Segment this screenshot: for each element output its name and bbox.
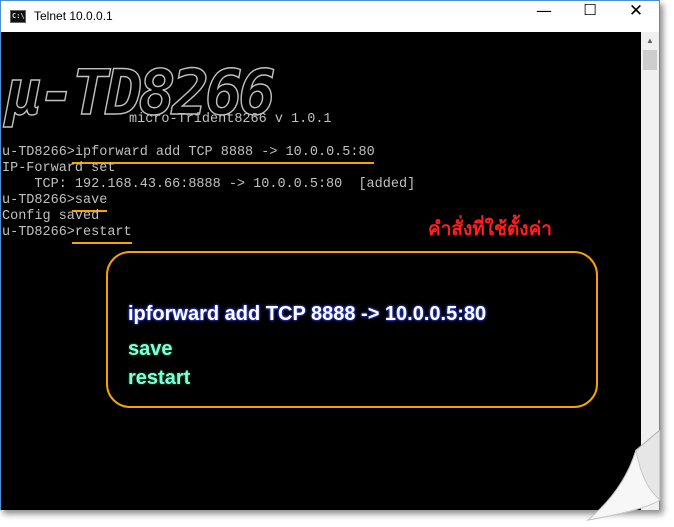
command-text: save <box>74 193 108 208</box>
command-text: ipforward add TCP 8888 -> 10.0.0.5:80 <box>74 145 375 160</box>
console-line-2: IP-Forward set <box>2 161 116 176</box>
command-underline <box>72 162 374 164</box>
close-button[interactable]: ✕ <box>613 1 659 32</box>
console-line-3: TCP: 192.168.43.66:8888 -> 10.0.0.5:80 [… <box>2 177 416 192</box>
minimize-button[interactable]: — <box>521 1 567 32</box>
console-app-icon[interactable]: C:\ <box>10 10 26 23</box>
window-title: Telnet 10.0.0.1 <box>34 9 113 23</box>
command-underline <box>72 242 132 244</box>
title-bar[interactable]: C:\ Telnet 10.0.0.1 — ☐ ✕ <box>1 1 659 32</box>
page-curl-decoration <box>586 430 661 521</box>
console-line-4: u-TD8266>save <box>2 193 107 209</box>
scroll-up-icon[interactable]: ▲ <box>641 32 659 49</box>
command-text: restart <box>74 225 132 240</box>
prompt: u-TD8266> <box>2 145 75 160</box>
console-line-1: u-TD8266>ipforward add TCP 8888 -> 10.0.… <box>2 145 375 161</box>
prompt: u-TD8266> <box>2 225 75 240</box>
scroll-thumb[interactable] <box>643 50 657 70</box>
maximize-button[interactable]: ☐ <box>567 1 613 32</box>
annotation-heading: คำสั่งที่ใช้ตั้งค่า <box>428 218 552 240</box>
callout-command-1: ipforward add TCP 8888 -> 10.0.0.5:80 <box>128 303 487 325</box>
console-line-5: Config saved <box>2 209 100 224</box>
callout-command-2: save <box>128 338 173 360</box>
console-line-6: u-TD8266>restart <box>2 225 132 241</box>
version-line: micro-Trident8266 v 1.0.1 <box>129 112 332 127</box>
prompt: u-TD8266> <box>2 193 75 208</box>
callout-command-3: restart <box>128 367 191 389</box>
